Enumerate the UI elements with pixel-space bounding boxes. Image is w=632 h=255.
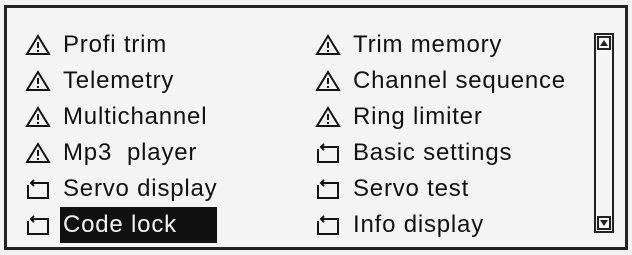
warning-icon bbox=[25, 69, 51, 93]
menu-item-label: Trim memory bbox=[353, 31, 503, 58]
folder-return-icon bbox=[25, 177, 51, 201]
display-screen: Profi trim Telemetry Multichannel Mp3 pl… bbox=[4, 5, 628, 250]
folder-return-icon bbox=[315, 213, 341, 237]
menu-item-telemetry[interactable]: Telemetry bbox=[25, 63, 307, 99]
menu-item-profi-trim[interactable]: Profi trim bbox=[25, 27, 307, 63]
menu-item-label: Ring limiter bbox=[353, 103, 483, 130]
menu-item-servo-display[interactable]: Servo display bbox=[25, 171, 307, 207]
triangle-up-icon bbox=[600, 40, 608, 46]
menu-item-label: Servo display bbox=[63, 175, 218, 202]
menu-item-servo-test[interactable]: Servo test bbox=[315, 171, 595, 207]
menu-item-label: Basic settings bbox=[353, 139, 513, 166]
menu-item-label-selected: Code lock bbox=[60, 207, 217, 243]
menu-item-label: Info display bbox=[353, 211, 485, 238]
menu-item-code-lock[interactable]: Code lock bbox=[25, 207, 307, 243]
warning-icon bbox=[315, 105, 341, 129]
scroll-up-button[interactable] bbox=[597, 36, 611, 50]
menu-item-basic-settings[interactable]: Basic settings bbox=[315, 135, 595, 171]
warning-icon bbox=[315, 69, 341, 93]
warning-icon bbox=[25, 33, 51, 57]
menu-item-label: Mp3 player bbox=[63, 139, 198, 166]
menu-item-mp3-player[interactable]: Mp3 player bbox=[25, 135, 307, 171]
menu-item-info-display[interactable]: Info display bbox=[315, 207, 595, 243]
folder-return-icon bbox=[315, 141, 341, 165]
menu-item-label: Telemetry bbox=[63, 67, 175, 94]
triangle-down-icon bbox=[600, 220, 608, 226]
folder-return-icon bbox=[25, 213, 51, 237]
folder-return-icon bbox=[315, 177, 341, 201]
scroll-down-button[interactable] bbox=[597, 216, 611, 230]
menu-item-label: Profi trim bbox=[63, 31, 167, 58]
warning-icon bbox=[315, 33, 341, 57]
menu-item-label: Channel sequence bbox=[353, 67, 566, 94]
menu-item-trim-memory[interactable]: Trim memory bbox=[315, 27, 595, 63]
menu-item-ring-limiter[interactable]: Ring limiter bbox=[315, 99, 595, 135]
menu-item-channel-sequence[interactable]: Channel sequence bbox=[315, 63, 595, 99]
warning-icon bbox=[25, 141, 51, 165]
function-menu: Profi trim Telemetry Multichannel Mp3 pl… bbox=[7, 8, 625, 247]
menu-item-label: Multichannel bbox=[63, 103, 208, 130]
menu-scrollbar[interactable] bbox=[594, 33, 614, 233]
warning-icon bbox=[25, 105, 51, 129]
menu-item-multichannel[interactable]: Multichannel bbox=[25, 99, 307, 135]
menu-item-label: Servo test bbox=[353, 175, 470, 202]
